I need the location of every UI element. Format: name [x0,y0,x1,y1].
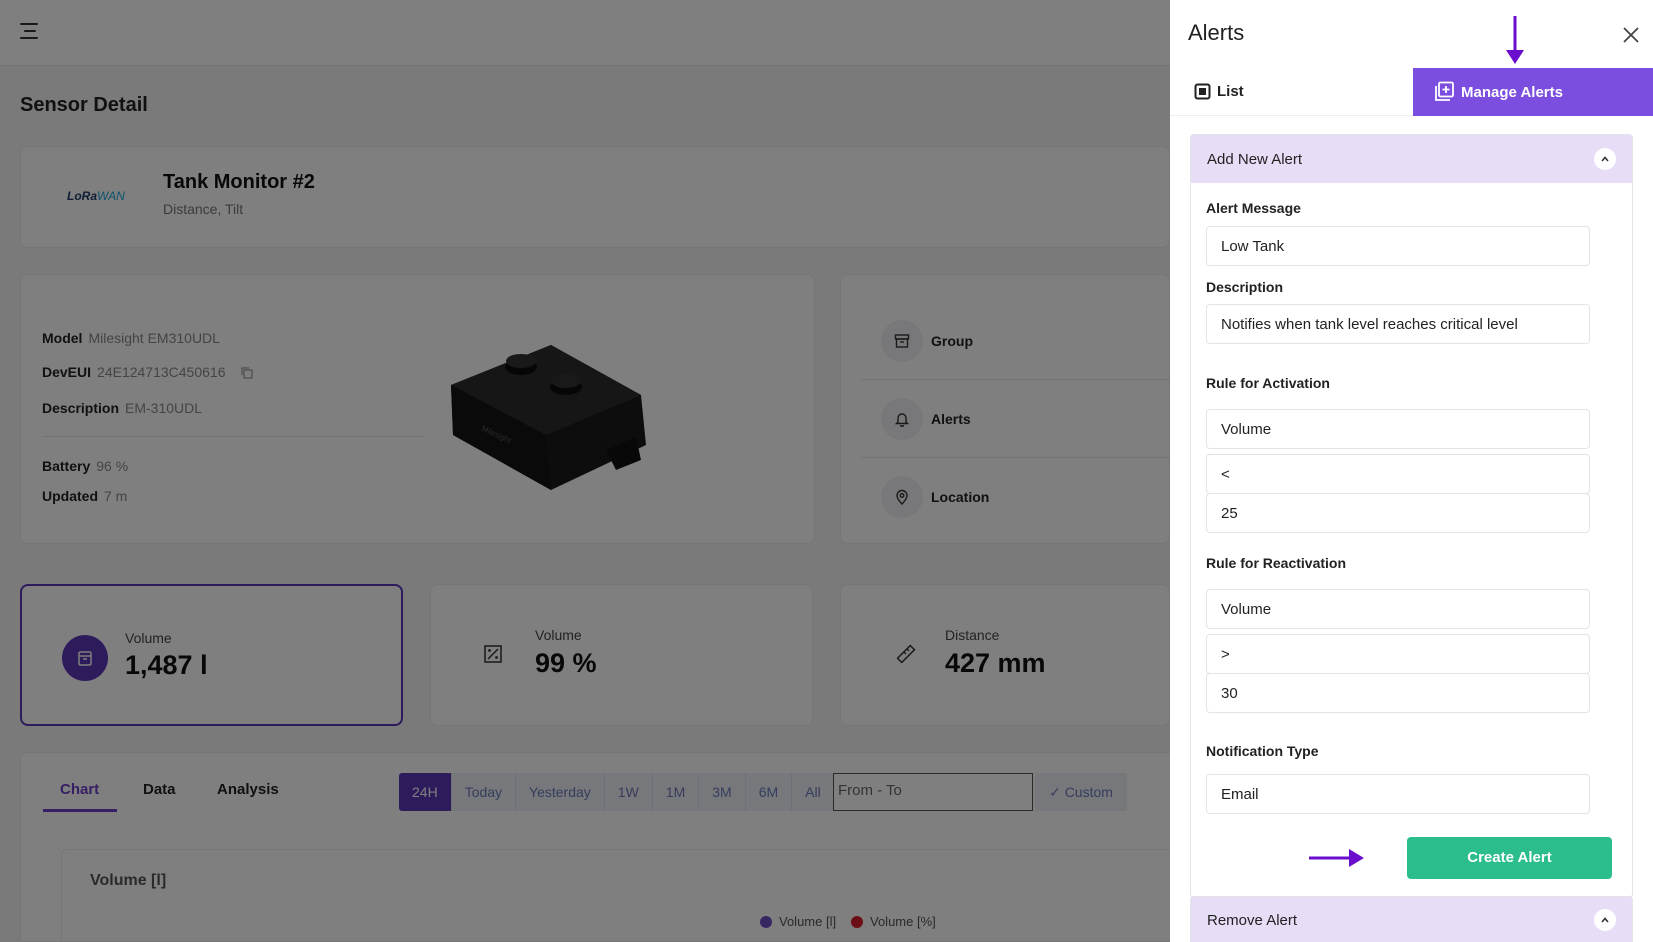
activation-metric-select[interactable]: Volume [1206,409,1590,449]
chevron-up-icon[interactable] [1594,909,1616,931]
remove-alert-section: Remove Alert [1190,896,1633,942]
reactivation-value-input[interactable]: 30 [1206,673,1590,713]
notification-type-select[interactable]: Email [1206,774,1590,814]
modal-backdrop[interactable] [0,0,1170,942]
chevron-up-icon[interactable] [1594,148,1616,170]
reactivation-operator-select[interactable]: > [1206,634,1590,674]
activation-operator-select[interactable]: < [1206,454,1590,494]
description-input[interactable]: Notifies when tank level reaches critica… [1206,304,1590,344]
activation-value-input[interactable]: 25 [1206,493,1590,533]
create-alert-button[interactable]: Create Alert [1407,837,1612,879]
alert-message-input[interactable]: Low Tank [1206,226,1590,266]
close-icon[interactable] [1620,24,1642,46]
panel-title: Alerts [1188,20,1245,45]
notification-type-label: Notification Type [1206,743,1319,759]
annotation-arrow-right-icon [1309,849,1364,867]
tab-manage-alerts[interactable]: Manage Alerts [1413,68,1653,116]
alerts-panel: Alerts List Manage Alerts Add New Alert … [1170,0,1653,942]
list-square-icon [1194,83,1211,100]
alert-message-label: Alert Message [1206,200,1301,216]
add-alert-header[interactable]: Add New Alert [1191,135,1632,183]
activation-rule-label: Rule for Activation [1206,375,1330,391]
add-stack-icon [1435,81,1454,101]
remove-alert-header[interactable]: Remove Alert [1191,897,1632,942]
description-label: Description [1206,279,1284,295]
reactivation-metric-select[interactable]: Volume [1206,589,1590,629]
reactivation-rule-label: Rule for Reactivation [1206,555,1347,571]
tab-list[interactable]: List [1170,68,1413,116]
annotation-arrow-down-icon [1506,16,1524,64]
